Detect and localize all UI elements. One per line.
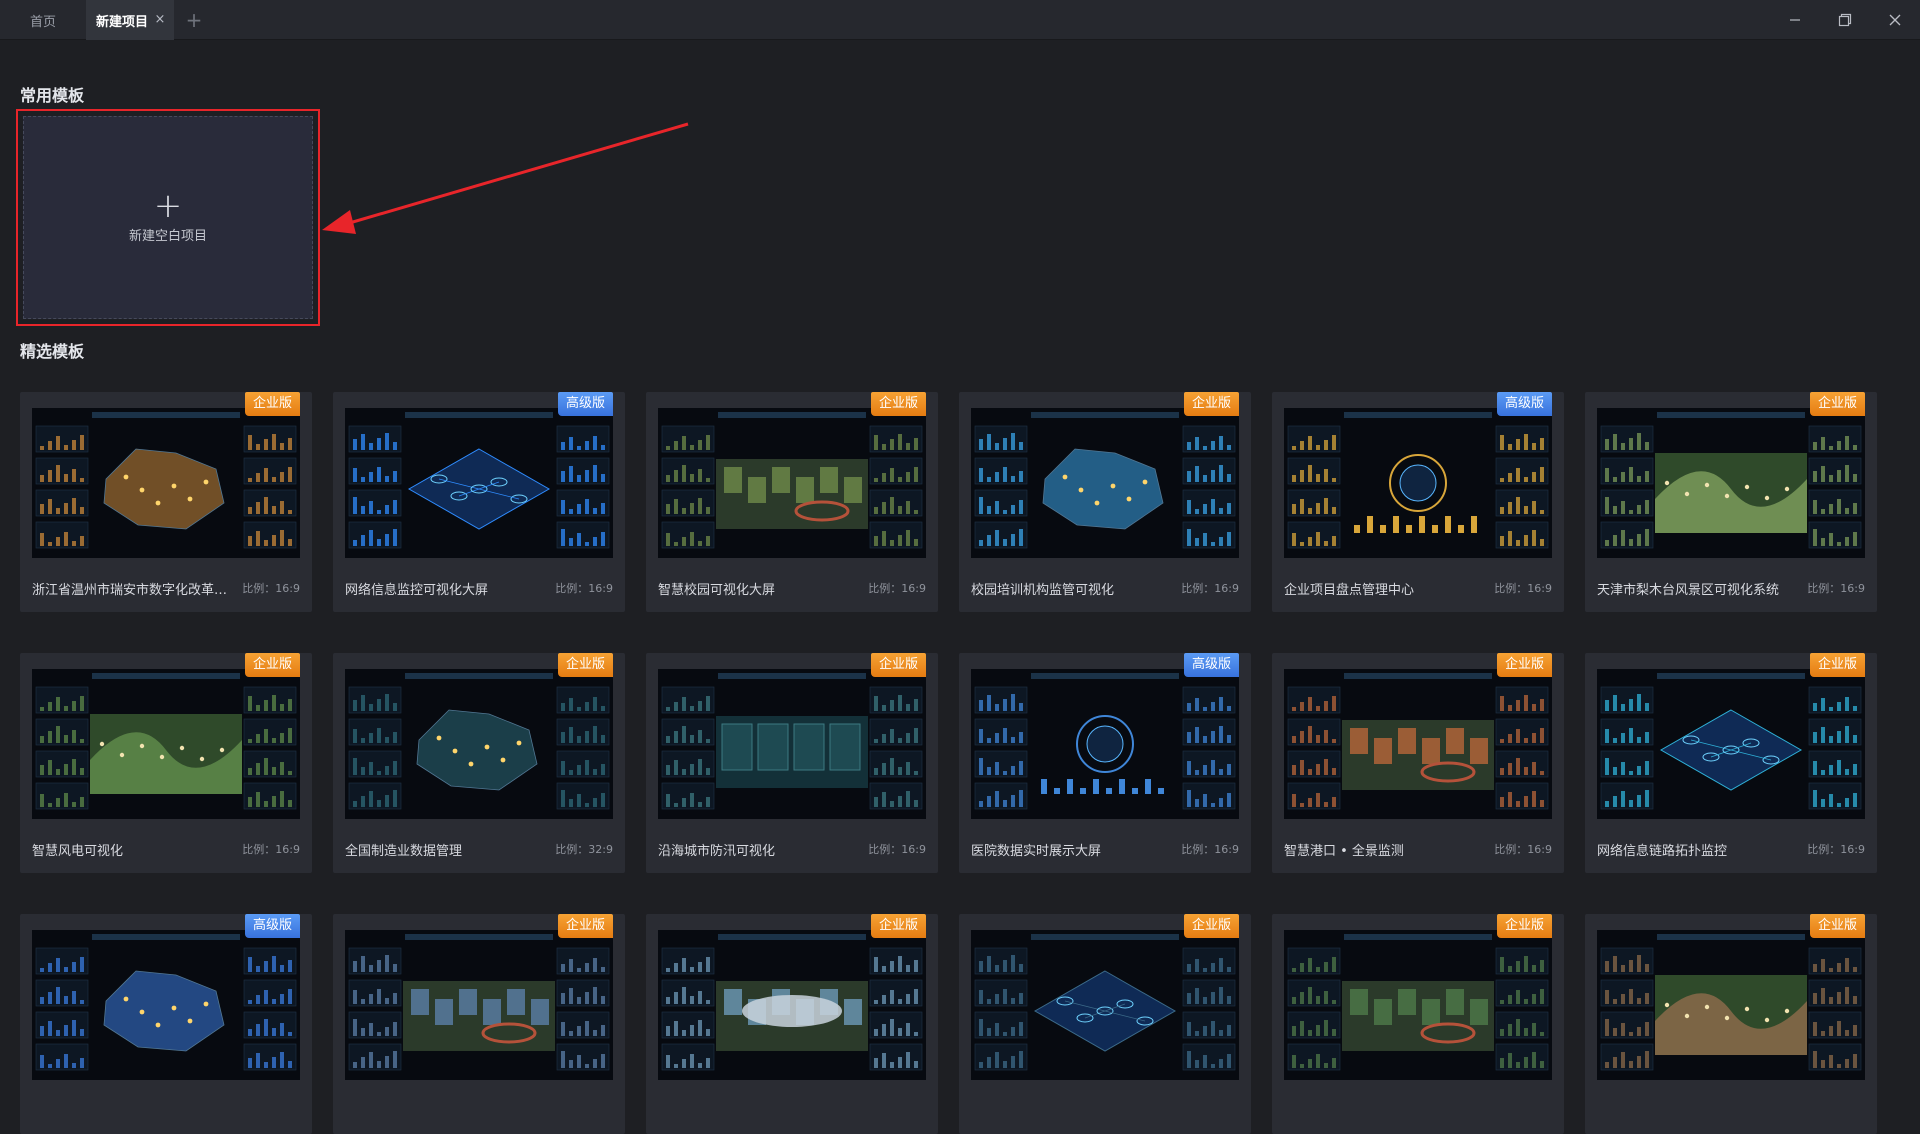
template-ratio: 比例：16:9 (1181, 582, 1239, 595)
template-thumbnail (1597, 408, 1865, 558)
template-ratio: 比例：16:9 (868, 843, 926, 856)
template-ratio: 比例：16:9 (868, 582, 926, 595)
template-ratio: 比例：16:9 (242, 843, 300, 856)
template-grid: 企业版浙江省温州市瑞安市数字化改革数据驾驶舱比例：16:9高级版网络信息监控可视… (20, 392, 1880, 1134)
red-arrow-annotation (322, 122, 689, 234)
template-card[interactable]: 企业版智慧风电可视化 比例：16:9 (20, 653, 312, 873)
template-name: 校园培训机构监管可视化 (971, 583, 1115, 598)
template-card[interactable]: 企业版 (646, 914, 938, 1134)
edition-badge: 企业版 (1183, 392, 1239, 416)
template-ratio: 比例：16:9 (1494, 843, 1552, 856)
edition-badge: 企业版 (870, 653, 926, 677)
edition-badge: 企业版 (1809, 914, 1865, 938)
template-card[interactable]: 高级版企业项目盘点管理中心 比例：16:9 (1272, 392, 1564, 612)
template-name: 网络信息监控可视化大屏 (345, 583, 489, 598)
template-name: 沿海城市防汛可视化 (658, 844, 776, 859)
edition-badge: 企业版 (1809, 392, 1865, 416)
template-ratio: 比例：32:9 (555, 843, 613, 856)
edition-badge: 高级版 (244, 914, 300, 938)
edition-badge: 企业版 (244, 392, 300, 416)
template-card[interactable]: 企业版 (333, 914, 625, 1134)
close-icon[interactable] (1870, 0, 1920, 40)
blank-project-highlight: + 新建空白项目 (16, 109, 320, 326)
template-thumbnail (1284, 669, 1552, 819)
edition-badge: 企业版 (1496, 653, 1552, 677)
template-card[interactable]: 企业版校园培训机构监管可视化 比例：16:9 (959, 392, 1251, 612)
edition-badge: 企业版 (244, 653, 300, 677)
template-card[interactable]: 企业版智慧校园可视化大屏 比例：16:9 (646, 392, 938, 612)
edition-badge: 高级版 (557, 392, 613, 416)
template-ratio: 比例：16:9 (555, 582, 613, 595)
minimize-icon[interactable] (1770, 0, 1820, 40)
template-thumbnail (32, 669, 300, 819)
template-card[interactable]: 高级版 (20, 914, 312, 1134)
template-thumbnail (345, 669, 613, 819)
template-card[interactable]: 企业版浙江省温州市瑞安市数字化改革数据驾驶舱比例：16:9 (20, 392, 312, 612)
template-card[interactable]: 企业版 (959, 914, 1251, 1134)
common-templates-title: 常用模板 (20, 86, 85, 105)
edition-badge: 企业版 (557, 914, 613, 938)
template-thumbnail (971, 408, 1239, 558)
template-name: 智慧风电可视化 (32, 844, 124, 859)
template-thumbnail (971, 669, 1239, 819)
template-ratio: 比例：16:9 (1494, 582, 1552, 595)
template-card[interactable]: 企业版 (1272, 914, 1564, 1134)
template-thumbnail (345, 930, 613, 1080)
edition-badge: 高级版 (1496, 392, 1552, 416)
new-blank-project-label: 新建空白项目 (128, 229, 207, 244)
template-thumbnail (971, 930, 1239, 1080)
template-card[interactable]: 企业版网络信息链路拓扑监控 比例：16:9 (1585, 653, 1877, 873)
template-thumbnail (1597, 669, 1865, 819)
template-name: 智慧校园可视化大屏 (658, 583, 776, 598)
template-thumbnail (345, 408, 613, 558)
edition-badge: 企业版 (870, 392, 926, 416)
template-thumbnail (1597, 930, 1865, 1080)
edition-badge: 高级版 (1183, 653, 1239, 677)
template-card[interactable]: 企业版 (1585, 914, 1877, 1134)
template-ratio: 比例：16:9 (1807, 582, 1865, 595)
template-thumbnail (1284, 930, 1552, 1080)
template-thumbnail (658, 408, 926, 558)
template-card[interactable]: 企业版沿海城市防汛可视化 比例：16:9 (646, 653, 938, 873)
template-card[interactable]: 高级版医院数据实时展示大屏 比例：16:9 (959, 653, 1251, 873)
template-name: 企业项目盘点管理中心 (1284, 583, 1415, 598)
featured-templates-title: 精选模板 (20, 342, 85, 361)
template-ratio: 比例：16:9 (242, 582, 300, 595)
tab-close-icon[interactable]: × (152, 12, 168, 28)
template-card[interactable]: 企业版全国制造业数据管理 比例：32:9 (333, 653, 625, 873)
edition-badge: 企业版 (870, 914, 926, 938)
template-card[interactable]: 高级版网络信息监控可视化大屏 比例：16:9 (333, 392, 625, 612)
edition-badge: 企业版 (1183, 914, 1239, 938)
template-thumbnail (658, 930, 926, 1080)
template-name: 浙江省温州市瑞安市数字化改革数据驾驶舱 (32, 583, 232, 598)
tab-home-label: 首页 (29, 14, 56, 30)
template-thumbnail (1284, 408, 1552, 558)
template-ratio: 比例：16:9 (1807, 843, 1865, 856)
template-card[interactable]: 企业版智慧港口 • 全景监测 比例：16:9 (1272, 653, 1564, 873)
restore-icon[interactable] (1820, 0, 1870, 40)
template-name: 天津市梨木台风景区可视化系统 (1597, 583, 1780, 598)
edition-badge: 企业版 (1496, 914, 1552, 938)
template-name: 智慧港口 • 全景监测 (1284, 844, 1404, 859)
template-card[interactable]: 企业版天津市梨木台风景区可视化系统 比例：16:9 (1585, 392, 1877, 612)
edition-badge: 企业版 (557, 653, 613, 677)
tab-home[interactable]: 首页 (0, 0, 86, 40)
template-name: 网络信息链路拓扑监控 (1597, 844, 1728, 859)
tab-new-project[interactable]: 新建项目 × (86, 0, 174, 40)
template-name: 全国制造业数据管理 (345, 844, 463, 859)
template-name: 医院数据实时展示大屏 (971, 844, 1102, 859)
template-thumbnail (32, 408, 300, 558)
new-blank-project-button[interactable]: + 新建空白项目 (23, 116, 313, 319)
plus-icon: + (153, 186, 183, 226)
template-thumbnail (658, 669, 926, 819)
tab-new-project-label: 新建项目 (96, 14, 149, 30)
edition-badge: 企业版 (1809, 653, 1865, 677)
template-ratio: 比例：16:9 (1181, 843, 1239, 856)
add-tab-icon[interactable]: + (174, 0, 214, 39)
template-thumbnail (32, 930, 300, 1080)
title-bar: 首页 新建项目 × + (0, 0, 1920, 40)
window-controls (1770, 0, 1920, 40)
